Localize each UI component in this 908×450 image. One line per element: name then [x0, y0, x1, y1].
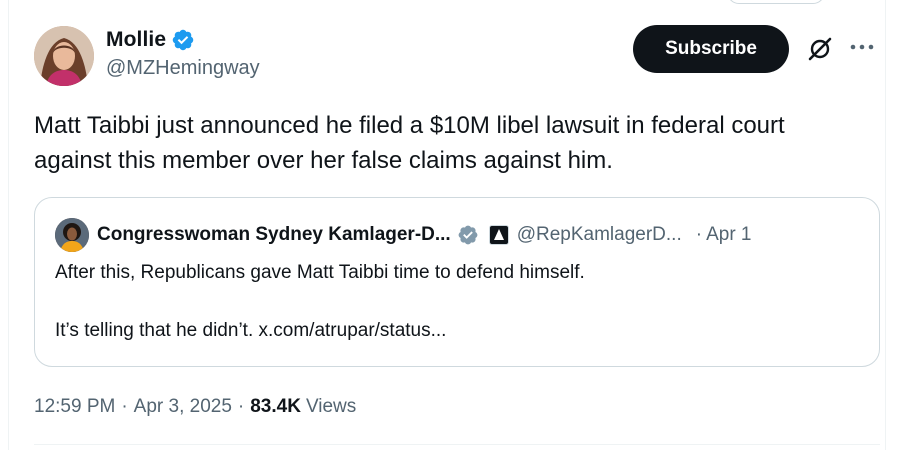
- grok-icon[interactable]: [806, 35, 834, 63]
- tweet-time[interactable]: 12:59 PM: [34, 396, 115, 418]
- quoted-author-avatar[interactable]: [55, 218, 89, 252]
- author-avatar[interactable]: [34, 26, 94, 86]
- tweet-text: Matt Taibbi just announced he filed a $1…: [34, 108, 884, 178]
- subscribe-button[interactable]: Subscribe: [633, 25, 789, 73]
- capitol-dome-icon: [493, 229, 504, 240]
- more-options-icon[interactable]: [848, 36, 876, 58]
- quoted-author-display-name[interactable]: Congresswoman Sydney Kamlager-D...: [97, 224, 451, 246]
- quoted-date[interactable]: Apr 1: [706, 224, 751, 246]
- right-border: [885, 0, 886, 450]
- views-label[interactable]: Views: [306, 396, 356, 418]
- avatar-photo: [34, 26, 94, 86]
- author-handle[interactable]: @MZHemingway: [106, 57, 260, 80]
- quoted-avatar-photo: [55, 218, 89, 252]
- verified-badge-icon[interactable]: [171, 28, 195, 52]
- author-display-name[interactable]: Mollie: [106, 28, 166, 52]
- government-affiliation-icon[interactable]: [488, 225, 509, 245]
- quoted-text-line-2: It’s telling that he didn’t. x.com/atrup…: [55, 320, 447, 341]
- bottom-divider: [34, 444, 880, 445]
- author-block[interactable]: Mollie @MZHemingway: [106, 26, 260, 80]
- partial-button-edge: [727, 0, 825, 4]
- meta-separator: ·: [237, 396, 245, 417]
- quoted-tweet-card[interactable]: Congresswoman Sydney Kamlager-D... @RepK…: [34, 197, 880, 367]
- tweet-date[interactable]: Apr 3, 2025: [134, 396, 232, 418]
- quoted-separator: ·: [695, 224, 703, 245]
- quoted-author-handle[interactable]: @RepKamlagerD...: [517, 224, 682, 246]
- left-border: [8, 0, 9, 450]
- gray-verified-badge-icon[interactable]: [457, 224, 479, 246]
- quoted-tweet-header: Congresswoman Sydney Kamlager-D... @RepK…: [55, 218, 865, 252]
- quoted-text-line-1: After this, Republicans gave Matt Taibbi…: [55, 262, 585, 283]
- views-count[interactable]: 83.4K: [250, 396, 301, 418]
- tweet-text-line-2: against this member over her false claim…: [34, 147, 613, 174]
- tweet-text-line-1: Matt Taibbi just announced he filed a $1…: [34, 112, 785, 139]
- meta-separator: ·: [121, 396, 128, 417]
- tweet-meta: 12:59 PM · Apr 3, 2025 · 83.4K Views: [34, 396, 356, 418]
